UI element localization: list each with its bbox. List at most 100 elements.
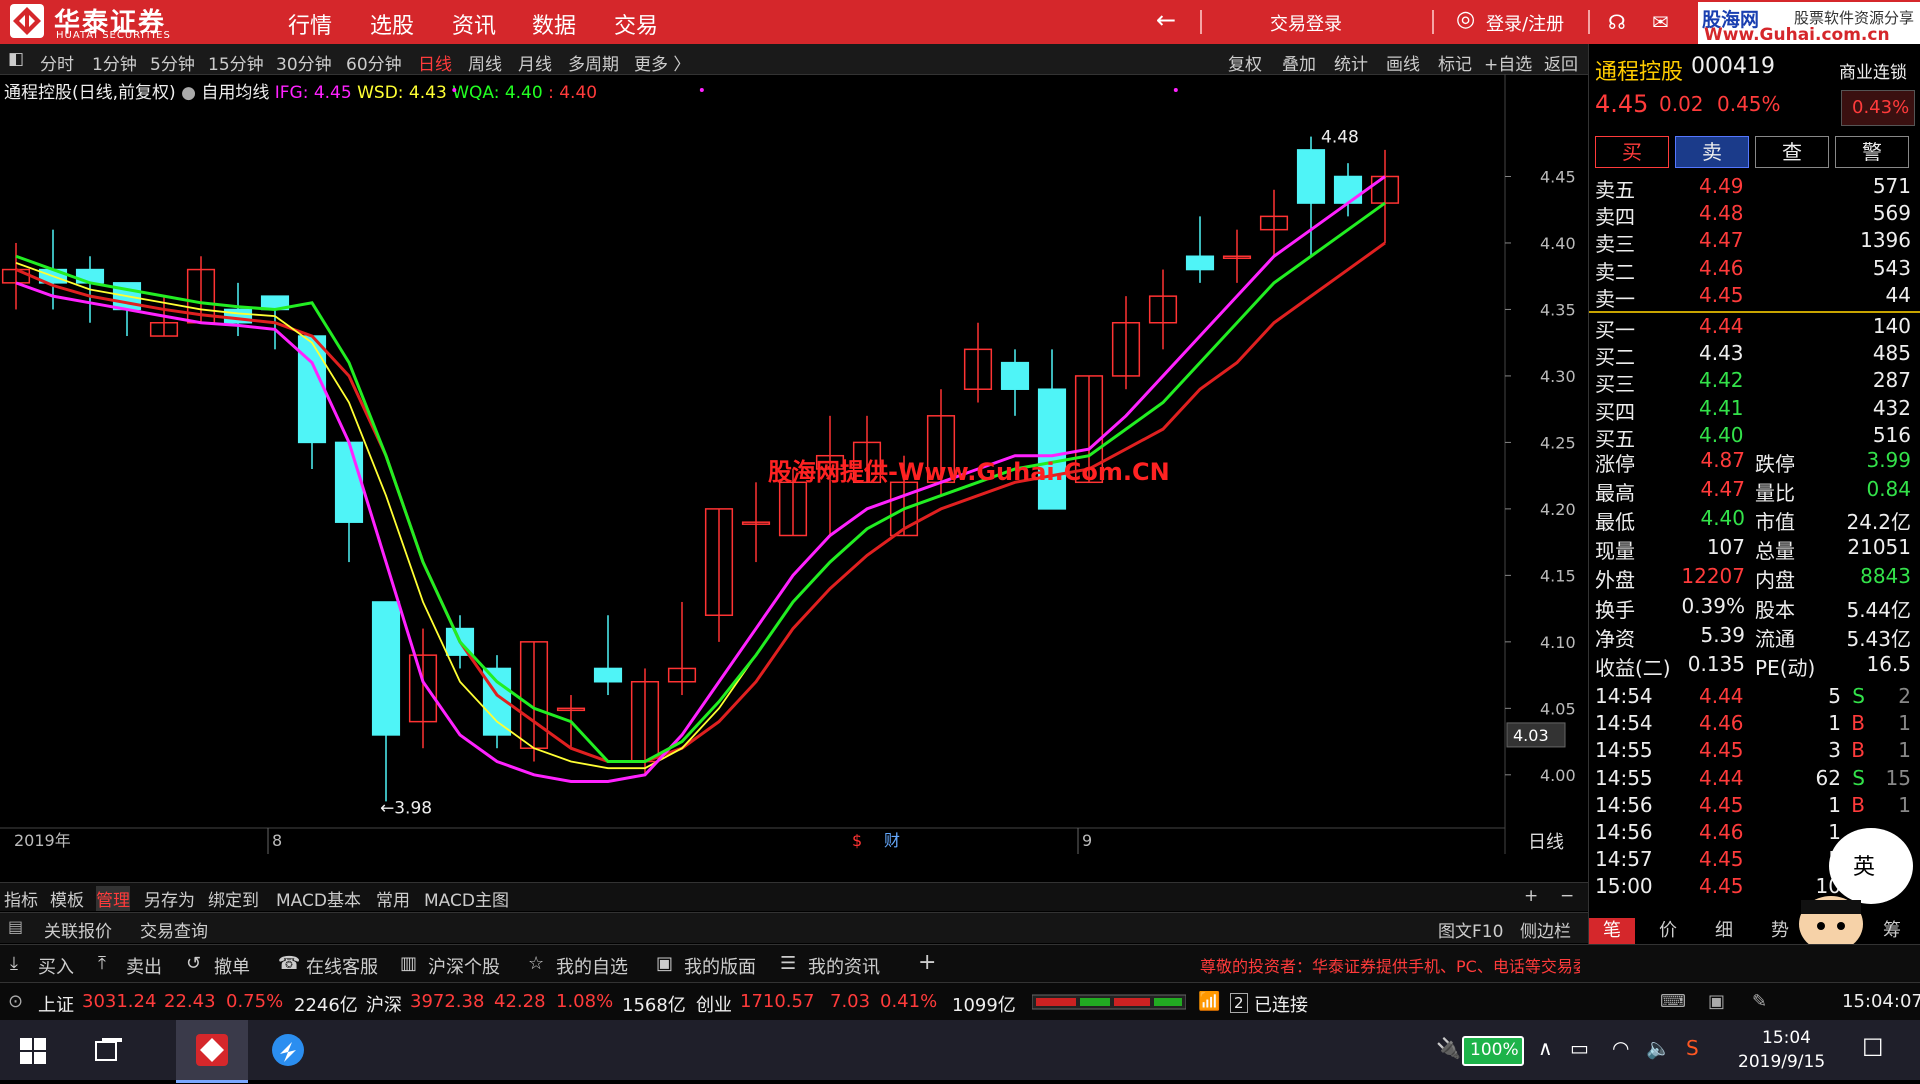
query-button[interactable]: 查 — [1755, 136, 1829, 168]
quick-action-3[interactable]: 在线客服 — [306, 953, 378, 979]
menu-news[interactable]: 资讯 — [452, 8, 496, 40]
huatai-app-icon[interactable] — [176, 1020, 248, 1083]
quick-action-0[interactable]: 买入 — [38, 953, 74, 979]
quick-action-1[interactable]: 卖出 — [126, 953, 162, 979]
cy-label[interactable]: 创业 — [696, 991, 732, 1017]
keyboard-icon[interactable]: ⌨ — [1660, 991, 1686, 1012]
right-tab-1[interactable]: 价 — [1645, 918, 1691, 944]
download-icon[interactable]: ⤓ — [10, 953, 18, 974]
indicator-tab-0[interactable]: 指标 — [4, 886, 38, 911]
browser-app-icon[interactable] — [258, 1020, 318, 1080]
indicator-tab-2[interactable]: 管理 — [96, 886, 130, 911]
tool-button-5[interactable]: +自选 — [1484, 50, 1532, 75]
plug-icon[interactable]: 🔌 — [1436, 1036, 1461, 1060]
industry-tag[interactable]: 商业连锁 — [1839, 58, 1907, 83]
indicator-tab-6[interactable]: 常用 — [376, 886, 410, 911]
sidebar-tab[interactable]: 侧边栏 — [1520, 917, 1571, 942]
battery-indicator[interactable]: 100% — [1462, 1036, 1524, 1066]
grid-icon[interactable]: ▥ — [400, 953, 417, 974]
menu-trade[interactable]: 交易 — [614, 8, 658, 40]
period-tab-5[interactable]: 60分钟 — [346, 50, 402, 75]
sell-button[interactable]: 卖 — [1675, 136, 1749, 168]
status-check-icon[interactable]: ⊙ — [8, 991, 23, 1012]
tool-button-4[interactable]: 标记 — [1438, 50, 1472, 75]
period-tab-0[interactable]: 分时 — [40, 50, 74, 75]
stat-label: 流通 — [1755, 627, 1795, 651]
mail-icon[interactable]: ✉ — [1652, 10, 1669, 34]
phone-icon[interactable]: ☎ — [278, 953, 300, 974]
related-quotes-tab[interactable]: 关联报价 — [44, 917, 112, 942]
quick-action-4[interactable]: 沪深个股 — [428, 953, 500, 979]
upload-icon[interactable]: ⤒ — [98, 953, 106, 974]
zoom-in-icon[interactable]: + — [1524, 886, 1538, 906]
monitor-icon[interactable]: ▣ — [1708, 991, 1725, 1012]
indicator-tab-7[interactable]: MACD主图 — [424, 886, 509, 911]
menu-quotes[interactable]: 行情 — [288, 8, 332, 40]
list-icon[interactable]: ▤ — [8, 917, 23, 936]
volume-icon[interactable]: 🔈 — [1646, 1036, 1671, 1060]
tick-count: 1 — [1898, 711, 1911, 736]
tool-button-3[interactable]: 画线 — [1386, 50, 1420, 75]
layout-icon[interactable]: ▣ — [656, 953, 673, 974]
tray-app-icon[interactable]: S — [1686, 1036, 1699, 1060]
panel-toggle-icon[interactable]: ◧ — [8, 49, 24, 69]
indicator-tab-3[interactable]: 另存为 — [144, 886, 195, 911]
quick-action-2[interactable]: 撤单 — [214, 953, 250, 979]
f10-tab[interactable]: 图文F10 — [1438, 917, 1503, 942]
kline-svg[interactable]: 4.45 4.40 4.35 4.30 4.25 4.20 4.15 4.10 4.05 4.00… — [0, 74, 1588, 882]
zoom-out-icon[interactable]: − — [1560, 886, 1574, 906]
alert-button[interactable]: 警 — [1835, 136, 1909, 168]
period-tab-1[interactable]: 1分钟 — [92, 50, 137, 75]
undo-icon[interactable]: ↺ — [186, 953, 201, 974]
quick-action-5[interactable]: 我的自选 — [556, 953, 628, 979]
star-icon[interactable]: ☆ — [528, 953, 544, 974]
add-icon[interactable]: + — [918, 950, 936, 975]
period-tab-3[interactable]: 15分钟 — [208, 50, 264, 75]
headset-icon[interactable]: ☊ — [1608, 10, 1626, 34]
period-tab-8[interactable]: 月线 — [518, 50, 552, 75]
indicator-tab-5[interactable]: MACD基本 — [276, 886, 361, 911]
document-icon[interactable]: ☰ — [780, 953, 796, 974]
period-tab-9[interactable]: 多周期 — [568, 50, 619, 75]
tool-button-0[interactable]: 复权 — [1228, 50, 1262, 75]
buy-button[interactable]: 买 — [1595, 136, 1669, 168]
kline-chart[interactable]: 4.45 4.40 4.35 4.30 4.25 4.20 4.15 4.10 4.05 4.00… — [0, 74, 1588, 854]
trade-login-button[interactable]: 交易登录 — [1270, 10, 1342, 36]
candle-body — [334, 441, 364, 523]
user-icon[interactable]: ◎ — [1456, 7, 1475, 32]
chevron-up-icon[interactable]: ∧ — [1538, 1036, 1553, 1060]
tool-button-1[interactable]: 叠加 — [1282, 50, 1316, 75]
battery-icon[interactable]: ▭ — [1570, 1036, 1589, 1060]
cy-change: 7.03 — [830, 991, 871, 1012]
arrow-left-icon[interactable]: ← — [1156, 6, 1176, 34]
hs-pct: 1.08% — [556, 991, 614, 1012]
taskbar-time[interactable]: 15:04 — [1762, 1028, 1811, 1048]
quick-action-6[interactable]: 我的版面 — [684, 953, 756, 979]
period-tab-6[interactable]: 日线 — [418, 50, 452, 75]
indicator-tab-1[interactable]: 模板 — [50, 886, 84, 911]
period-tab-7[interactable]: 周线 — [468, 50, 502, 75]
windows-taskbar: 🔌 100% ∧ ▭ ◠ 🔈 S 15:04 2019/9/15 ☐ — [0, 1020, 1920, 1083]
login-register-button[interactable]: 登录/注册 — [1486, 10, 1564, 36]
sh-label[interactable]: 上证 — [38, 991, 74, 1017]
period-tab-2[interactable]: 5分钟 — [150, 50, 195, 75]
wifi-icon[interactable]: ◠ — [1612, 1036, 1629, 1060]
notification-icon[interactable]: ☐ — [1862, 1034, 1884, 1062]
tool-button-2[interactable]: 统计 — [1334, 50, 1368, 75]
menu-stock-picker[interactable]: 选股 — [370, 8, 414, 40]
wrench-icon[interactable]: ✎ — [1752, 991, 1767, 1012]
hs-label[interactable]: 沪深 — [366, 991, 402, 1017]
tool-button-6[interactable]: 返回 — [1544, 50, 1578, 75]
menu-data[interactable]: 数据 — [532, 8, 576, 40]
indicator-tab-4[interactable]: 绑定到 — [208, 886, 259, 911]
right-tab-0[interactable]: 笔 — [1589, 918, 1635, 944]
right-tab-2[interactable]: 细 — [1701, 918, 1747, 944]
period-tab-10[interactable]: 更多 〉 — [634, 50, 690, 75]
candle-body — [1296, 149, 1326, 204]
period-tab-4[interactable]: 30分钟 — [276, 50, 332, 75]
taskbar-date[interactable]: 2019/9/15 — [1738, 1052, 1825, 1072]
trade-query-tab[interactable]: 交易查询 — [140, 917, 208, 942]
windows-start-icon[interactable] — [20, 1038, 46, 1068]
task-view-icon[interactable] — [94, 1038, 122, 1068]
quick-action-7[interactable]: 我的资讯 — [808, 953, 880, 979]
